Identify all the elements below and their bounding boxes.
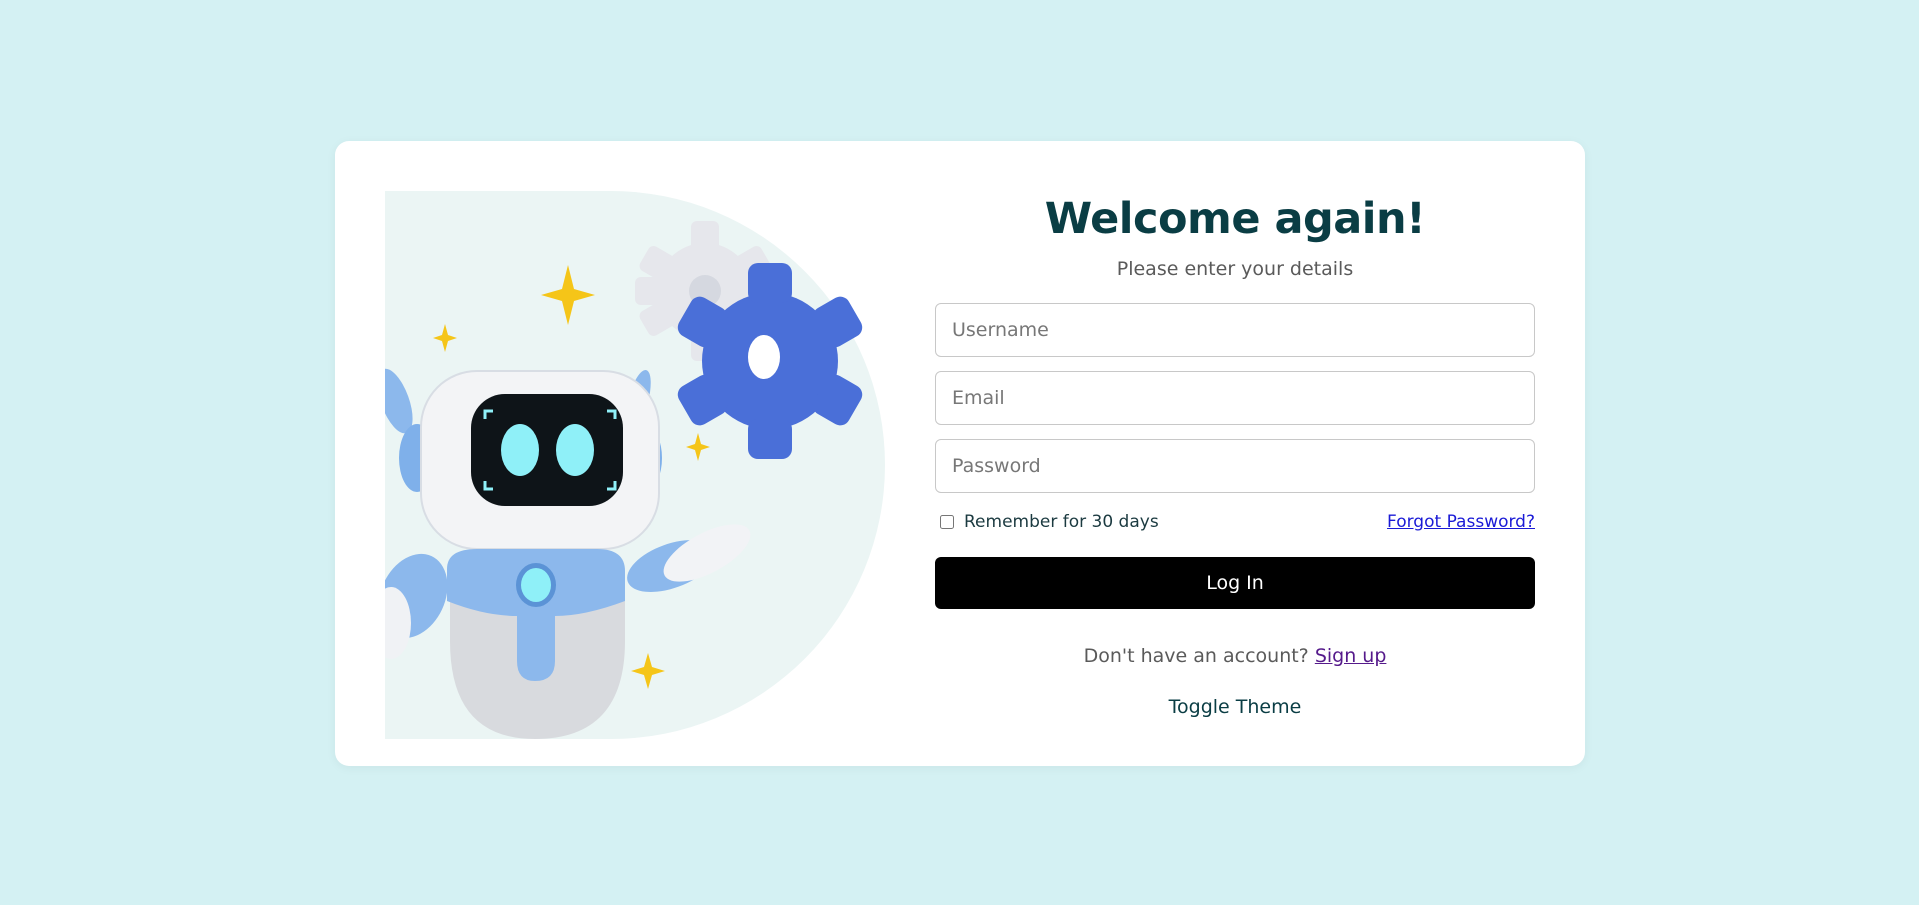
page-title: Welcome again!: [1044, 194, 1426, 244]
remember-label: Remember for 30 days: [964, 512, 1159, 532]
robot-icon: [385, 191, 885, 739]
email-input[interactable]: [935, 371, 1535, 425]
toggle-theme-button[interactable]: Toggle Theme: [1163, 695, 1308, 719]
remember-me: Remember for 30 days: [935, 512, 1159, 532]
remember-checkbox[interactable]: [940, 515, 954, 529]
password-input[interactable]: [935, 439, 1535, 493]
robot-illustration: [385, 191, 885, 739]
forgot-password-link[interactable]: Forgot Password?: [1387, 512, 1535, 532]
login-options: Remember for 30 days Forgot Password?: [935, 511, 1535, 533]
login-button[interactable]: Log In: [935, 557, 1535, 609]
username-input[interactable]: [935, 303, 1535, 357]
signup-row: Don't have an account? Sign up: [935, 645, 1535, 667]
signup-link[interactable]: Sign up: [1315, 645, 1387, 667]
page-subtitle: Please enter your details: [1116, 258, 1354, 280]
login-card: Welcome again! Please enter your details…: [335, 141, 1585, 766]
signup-prompt: Don't have an account?: [1083, 645, 1315, 667]
login-form: Welcome again! Please enter your details…: [935, 191, 1535, 719]
